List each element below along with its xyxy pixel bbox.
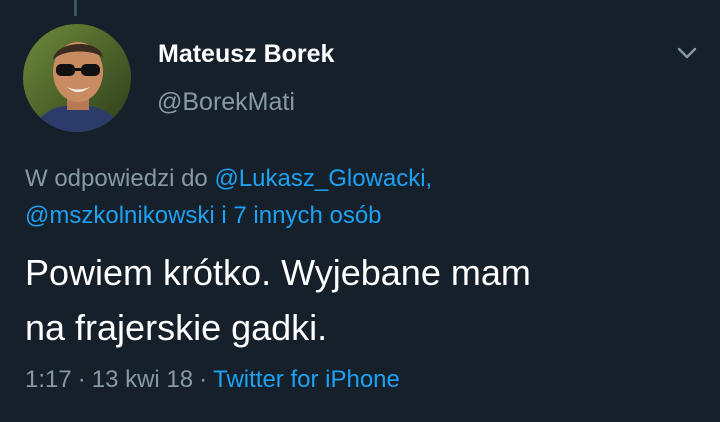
reply-context: W odpowiedzi do @Lukasz_Glowacki, @mszko…	[25, 160, 705, 234]
mention-mszkolnikowski[interactable]: @mszkolnikowski	[25, 202, 215, 229]
tweet-card: Mateusz Borek @BorekMati W odpowiedzi do…	[0, 0, 720, 422]
author-name[interactable]: Mateusz Borek	[158, 40, 334, 69]
thread-connector-line	[74, 0, 77, 16]
tweet-text-line: Powiem krótko. Wyjebane mam	[25, 252, 531, 293]
author-handle[interactable]: @BorekMati	[157, 88, 295, 117]
tweet-time[interactable]: 1:17	[25, 366, 72, 393]
reply-others-link[interactable]: i 7 innych osób	[221, 202, 381, 229]
mention-lukasz-glowacki[interactable]: @Lukasz_Glowacki,	[214, 165, 432, 192]
tweet-source-link[interactable]: Twitter for iPhone	[213, 366, 400, 393]
tweet-text-line: na frajerskie gadki.	[25, 307, 328, 348]
tweet-text: Powiem krótko. Wyjebane mam na frajerski…	[25, 245, 705, 355]
meta-separator: ·	[199, 366, 208, 393]
meta-separator: ·	[77, 366, 86, 393]
avatar-image	[23, 24, 131, 132]
chevron-down-icon[interactable]	[676, 45, 698, 61]
reply-prefix: W odpowiedzi do	[25, 165, 208, 192]
avatar[interactable]	[23, 24, 131, 132]
tweet-date[interactable]: 13 kwi 18	[92, 366, 193, 393]
tweet-meta: 1:17 · 13 kwi 18 · Twitter for iPhone	[25, 366, 400, 394]
